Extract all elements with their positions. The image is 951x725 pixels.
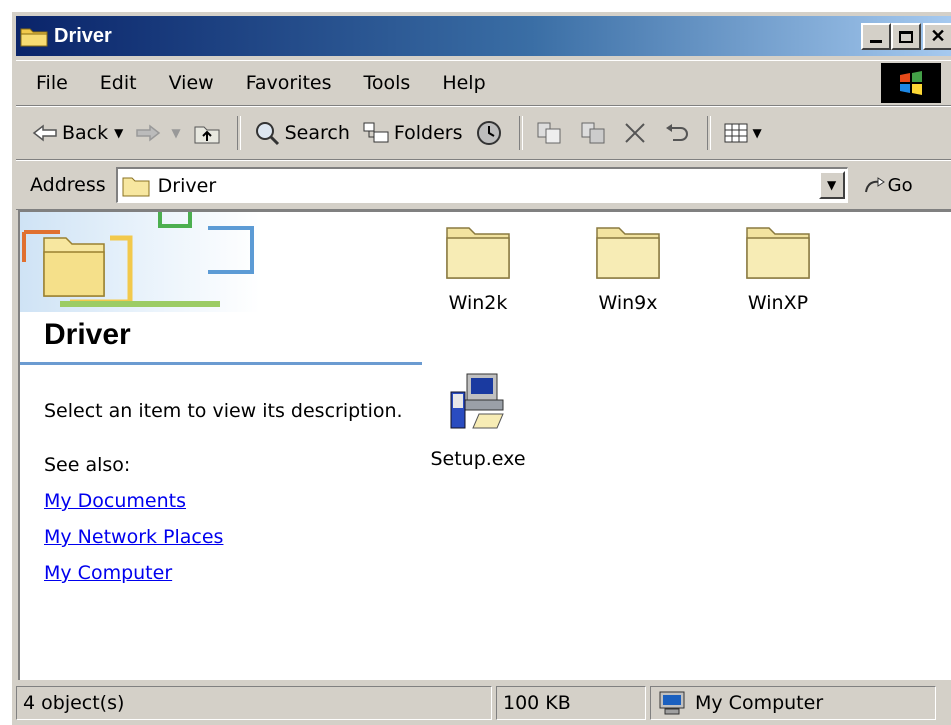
item-label: Win2k bbox=[448, 292, 508, 314]
see-also-label: See also: bbox=[44, 454, 131, 476]
address-label: Address bbox=[30, 174, 106, 196]
computer-icon bbox=[659, 691, 685, 714]
link-my-computer[interactable]: My Computer bbox=[44, 562, 172, 584]
status-bar: 4 object(s) 100 KB My Computer bbox=[16, 680, 951, 725]
title-bar[interactable]: Driver ✕ bbox=[16, 16, 951, 56]
folders-icon bbox=[363, 122, 389, 143]
views-button[interactable]: ▼ bbox=[717, 113, 768, 153]
folder-banner-graphic bbox=[20, 212, 260, 312]
folders-label: Folders bbox=[393, 122, 463, 144]
forward-button[interactable]: ▼ bbox=[129, 113, 186, 153]
maximize-icon bbox=[899, 30, 913, 43]
windows-logo-icon bbox=[881, 63, 941, 103]
item-label: WinXP bbox=[747, 292, 809, 314]
close-button[interactable]: ✕ bbox=[923, 23, 951, 50]
address-input[interactable]: Driver ▼ bbox=[115, 167, 848, 203]
close-icon: ✕ bbox=[930, 26, 946, 46]
undo-button[interactable] bbox=[657, 113, 701, 153]
back-dropdown-icon[interactable]: ▼ bbox=[114, 126, 123, 140]
address-dropdown-button[interactable]: ▼ bbox=[818, 171, 845, 199]
back-button[interactable]: Back ▼ bbox=[26, 113, 129, 153]
toolbar-separator bbox=[706, 116, 711, 150]
folder-icon bbox=[20, 28, 48, 47]
status-zone: My Computer bbox=[650, 685, 936, 720]
window-title: Driver bbox=[54, 24, 112, 47]
history-icon bbox=[476, 121, 501, 145]
setup-icon bbox=[450, 373, 504, 429]
webview-info-pane: Driver Select an item to view its descri… bbox=[20, 212, 422, 680]
status-zone-label: My Computer bbox=[695, 691, 824, 714]
search-icon bbox=[255, 122, 279, 146]
go-arrow-icon bbox=[864, 177, 885, 193]
folder-item-winxp[interactable]: WinXP bbox=[718, 222, 838, 314]
folder-icon bbox=[122, 177, 150, 196]
minimize-button[interactable] bbox=[861, 23, 891, 50]
menu-file[interactable]: File bbox=[16, 72, 84, 94]
search-label: Search bbox=[284, 122, 350, 144]
delete-icon bbox=[624, 123, 645, 143]
maximize-button[interactable] bbox=[891, 23, 921, 50]
toolbar-separator bbox=[518, 116, 523, 150]
forward-arrow-icon bbox=[136, 124, 161, 142]
history-button[interactable] bbox=[469, 113, 513, 153]
explorer-window: Driver ✕ File Edit View Favorites Tools … bbox=[10, 10, 951, 725]
copy-to-icon bbox=[581, 122, 605, 144]
item-description: Select an item to view its description. bbox=[44, 400, 403, 422]
back-arrow-icon bbox=[32, 124, 57, 142]
item-label: Setup.exe bbox=[430, 448, 526, 470]
menu-favorites[interactable]: Favorites bbox=[230, 72, 348, 94]
toolbar-separator bbox=[236, 116, 241, 150]
views-icon bbox=[724, 123, 748, 143]
dropdown-arrow-icon: ▼ bbox=[827, 178, 837, 192]
go-button[interactable]: Go bbox=[862, 174, 913, 196]
content-area: Driver Select an item to view its descri… bbox=[18, 210, 951, 680]
pane-title: Driver bbox=[44, 318, 131, 351]
menu-edit[interactable]: Edit bbox=[84, 72, 153, 94]
undo-icon bbox=[665, 124, 688, 141]
folder-icon bbox=[746, 227, 810, 279]
views-dropdown-icon[interactable]: ▼ bbox=[753, 126, 762, 140]
item-label: Win9x bbox=[598, 292, 658, 314]
go-label: Go bbox=[887, 174, 913, 196]
move-to-button[interactable] bbox=[529, 113, 573, 153]
copy-to-button[interactable] bbox=[573, 113, 617, 153]
address-bar: Address Driver ▼ Go bbox=[16, 160, 951, 210]
folder-icon bbox=[596, 227, 660, 279]
minimize-icon bbox=[870, 40, 882, 43]
delete-button[interactable] bbox=[617, 113, 657, 153]
folder-icon bbox=[446, 227, 510, 279]
pane-divider bbox=[20, 362, 422, 365]
folder-item-win2k[interactable]: Win2k bbox=[418, 222, 538, 314]
folder-item-win9x[interactable]: Win9x bbox=[568, 222, 688, 314]
menu-view[interactable]: View bbox=[153, 72, 230, 94]
status-size: 100 KB bbox=[496, 685, 646, 720]
folders-button[interactable]: Folders bbox=[356, 113, 469, 153]
move-to-icon bbox=[537, 122, 561, 144]
up-folder-button[interactable] bbox=[187, 113, 231, 153]
menu-help[interactable]: Help bbox=[426, 72, 501, 94]
link-my-documents[interactable]: My Documents bbox=[44, 490, 186, 512]
up-folder-icon bbox=[194, 126, 220, 144]
menu-bar: File Edit View Favorites Tools Help bbox=[16, 60, 951, 106]
search-button[interactable]: Search bbox=[247, 113, 356, 153]
link-my-network-places[interactable]: My Network Places bbox=[44, 526, 223, 548]
menu-tools[interactable]: Tools bbox=[348, 72, 427, 94]
back-label: Back bbox=[62, 122, 109, 144]
file-item-setup-exe[interactable]: Setup.exe bbox=[418, 370, 538, 470]
forward-dropdown-icon[interactable]: ▼ bbox=[171, 126, 180, 140]
address-value: Driver bbox=[157, 174, 217, 197]
status-object-count: 4 object(s) bbox=[16, 685, 492, 720]
standard-toolbar: Back ▼ ▼ Search Folders ▼ bbox=[16, 106, 951, 160]
